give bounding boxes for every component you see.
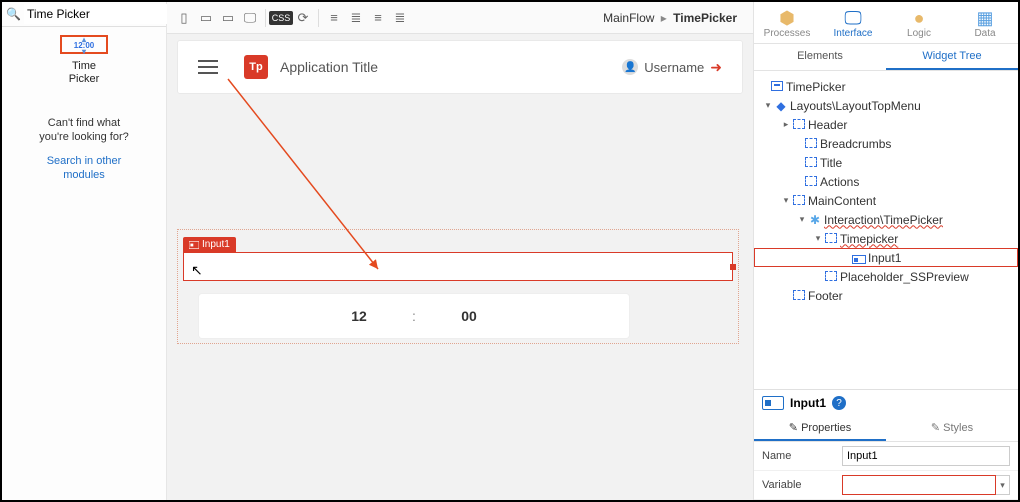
search-input[interactable] <box>24 4 185 24</box>
canvas-toolbar: ▯ ▭ ▭ 🖵 CSS ⟳ ≡ ≣ ≡ ≣ MainFlow ▸ TimePic… <box>167 2 753 34</box>
placeholder-icon <box>793 119 805 129</box>
gear-icon: ✱ <box>808 213 822 227</box>
placeholder-icon <box>825 233 837 243</box>
search-icon: 🔍 <box>6 7 21 21</box>
properties-header: Input1 ? <box>754 389 1018 416</box>
block-icon: ◆ <box>774 99 788 113</box>
align-left-icon[interactable]: ≡ <box>323 7 345 29</box>
tree-actions[interactable]: Actions <box>754 172 1018 191</box>
prop-variable-dropdown-icon[interactable]: ▾ <box>996 475 1010 495</box>
picker-minute[interactable]: 00 <box>424 308 514 324</box>
widget-label: TimePicker <box>2 60 166 86</box>
app-title: Application Title <box>280 59 622 75</box>
device-desktop-icon[interactable]: 🖵 <box>239 7 261 29</box>
breadcrumb-timepicker[interactable]: TimePicker <box>673 11 737 25</box>
placeholder-icon <box>825 271 837 281</box>
tree-layouts[interactable]: ▾◆Layouts\LayoutTopMenu <box>754 96 1018 115</box>
subtab-widget-tree[interactable]: Widget Tree <box>886 44 1018 70</box>
tree-maincontent[interactable]: ▾MainContent <box>754 191 1018 210</box>
css-badge[interactable]: CSS <box>270 7 292 29</box>
align-right-icon[interactable]: ≡ <box>367 7 389 29</box>
user-avatar-icon: 👤 <box>622 59 638 75</box>
prop-variable-input[interactable] <box>842 475 996 495</box>
prop-row-name: Name <box>754 442 1018 471</box>
picker-hour[interactable]: 12 <box>314 308 404 324</box>
breadcrumb: MainFlow ▸ TimePicker <box>603 11 747 25</box>
logic-icon: ● <box>886 8 952 28</box>
processes-icon: ⬢ <box>754 8 820 28</box>
tab-logic[interactable]: ●Logic <box>886 2 952 43</box>
timepicker-preview: 12 : 00 <box>199 294 629 338</box>
input-type-icon <box>762 396 784 410</box>
tree-timepicker-ph[interactable]: ▾Timepicker <box>754 229 1018 248</box>
data-icon: ▦ <box>952 8 1018 28</box>
align-center-icon[interactable]: ≣ <box>345 7 367 29</box>
tab-interface[interactable]: 🖵Interface <box>820 2 886 43</box>
resize-handle-icon[interactable] <box>730 264 736 270</box>
tree-breadcrumbs[interactable]: Breadcrumbs <box>754 134 1018 153</box>
device-tablet-land-icon[interactable]: ▭ <box>217 7 239 29</box>
prop-name-input[interactable] <box>842 446 1010 466</box>
tree-title[interactable]: Title <box>754 153 1018 172</box>
prop-variable-label: Variable <box>762 479 842 491</box>
canvas-input1[interactable] <box>183 252 733 281</box>
tab-data[interactable]: ▦Data <box>952 2 1018 43</box>
widget-timepicker[interactable]: 12:00 <box>60 35 108 54</box>
hamburger-icon[interactable] <box>198 60 218 74</box>
logout-icon[interactable]: ➜ <box>710 59 722 76</box>
prop-name-label: Name <box>762 450 842 462</box>
app-logo-icon: Tp <box>244 55 268 79</box>
placeholder-icon <box>793 195 805 205</box>
cant-find-text: Can't find whatyou're looking for? <box>2 116 166 144</box>
app-header-preview: Tp Application Title 👤 Username ➜ <box>177 40 743 94</box>
widget-tree: TimePicker ▾◆Layouts\LayoutTopMenu ▸Head… <box>754 71 1018 389</box>
username-label: Username <box>644 60 704 75</box>
tree-footer[interactable]: Footer <box>754 286 1018 305</box>
screen-icon <box>771 81 783 91</box>
subtab-elements[interactable]: Elements <box>754 44 886 70</box>
interface-icon: 🖵 <box>820 8 886 28</box>
tree-placeholder-ss[interactable]: Placeholder_SSPreview <box>754 267 1018 286</box>
prop-row-variable: Variable ▾ <box>754 471 1018 500</box>
tab-styles[interactable]: ✎ Styles <box>886 416 1018 441</box>
timepicker-icon: 12:00 <box>62 41 106 50</box>
device-phone-icon[interactable]: ▯ <box>173 7 195 29</box>
input-icon <box>852 255 866 264</box>
tree-header[interactable]: ▸Header <box>754 115 1018 134</box>
placeholder-icon <box>805 176 817 186</box>
placeholder-icon <box>805 157 817 167</box>
placeholder-icon <box>805 138 817 148</box>
picker-sep: : <box>404 308 424 324</box>
search-other-modules-link[interactable]: Search in othermodules <box>2 154 166 182</box>
align-justify-icon[interactable]: ≣ <box>389 7 411 29</box>
placeholder-icon <box>793 290 805 300</box>
tab-properties[interactable]: ✎ Properties <box>754 416 886 441</box>
device-tablet-icon[interactable]: ▭ <box>195 7 217 29</box>
breadcrumb-mainflow[interactable]: MainFlow <box>603 11 654 25</box>
tree-root[interactable]: TimePicker <box>754 77 1018 96</box>
help-icon[interactable]: ? <box>832 396 846 410</box>
tree-interaction[interactable]: ▾✱Interaction\TimePicker <box>754 210 1018 229</box>
annotation-arrow-icon <box>223 74 393 279</box>
tree-input1[interactable]: Input1 <box>754 248 1018 267</box>
selection-tag[interactable]: Input1 <box>183 237 236 252</box>
refresh-icon[interactable]: ⟳ <box>292 7 314 29</box>
tab-processes[interactable]: ⬢Processes <box>754 2 820 43</box>
search-bar: 🔍 ⊗ ‹ <box>2 2 166 27</box>
